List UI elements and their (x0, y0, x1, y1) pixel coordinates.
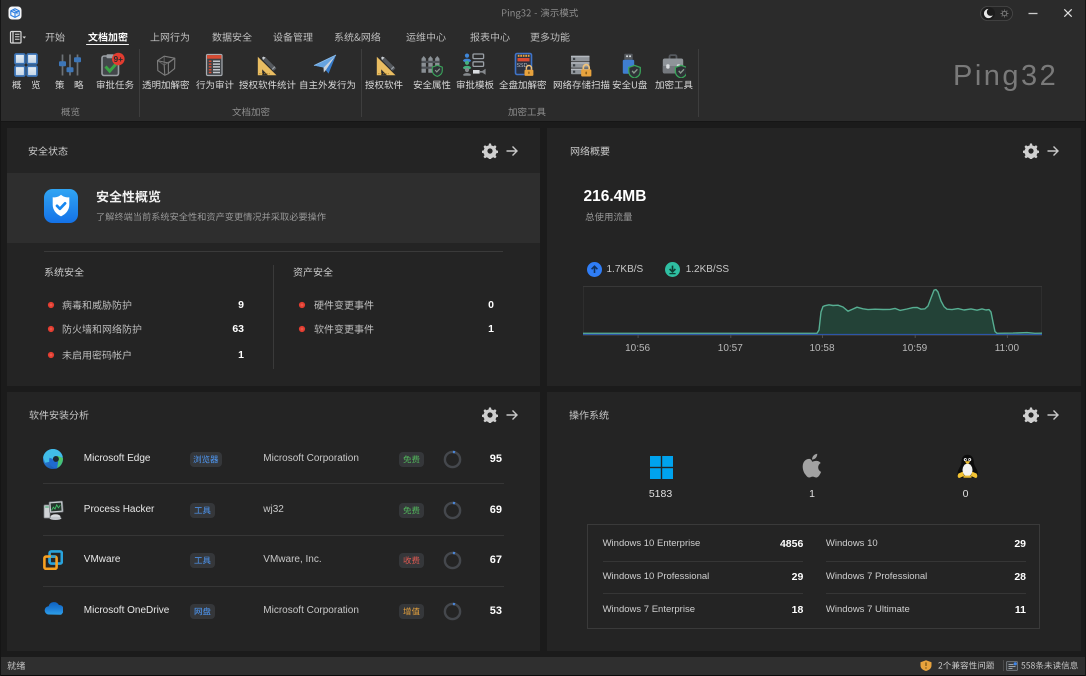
svg-text:9+: 9+ (113, 54, 123, 64)
